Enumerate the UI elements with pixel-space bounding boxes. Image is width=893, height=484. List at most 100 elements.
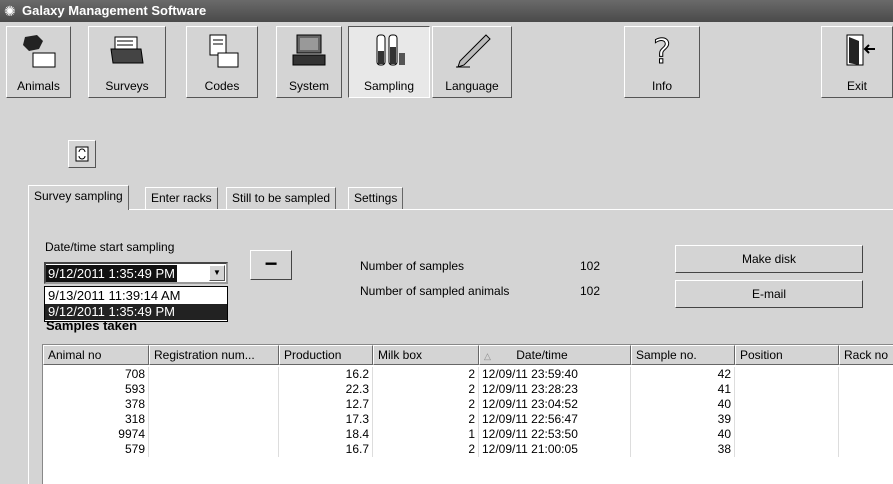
toolbar-label: Surveys [105, 79, 149, 93]
toolbar-sampling-button[interactable]: Sampling [348, 26, 430, 98]
cell-position [735, 412, 839, 427]
cell-milk-box: 2 [373, 382, 479, 397]
document-folder-icon [209, 34, 239, 68]
refresh-button[interactable] [68, 140, 96, 168]
app-logo-icon: ✺ [4, 3, 16, 19]
cell-registration [149, 412, 279, 427]
date-start-label: Date/time start sampling [45, 240, 175, 254]
cell-position [735, 382, 839, 397]
refresh-icon [75, 146, 89, 162]
cell-registration [149, 427, 279, 442]
cell-production: 16.2 [279, 367, 373, 382]
cell-production: 17.3 [279, 412, 373, 427]
table-row[interactable]: 708 16.2 2 12/09/11 23:59:40 42 [43, 367, 893, 382]
cell-date-time: 12/09/11 23:04:52 [479, 397, 631, 412]
cell-sample-no: 42 [631, 367, 735, 382]
door-exit-icon [846, 34, 875, 66]
table-row[interactable]: 378 12.7 2 12/09/11 23:04:52 40 [43, 397, 893, 412]
cell-animal-no: 378 [43, 397, 149, 412]
cell-date-time: 12/09/11 23:28:23 [479, 382, 631, 397]
col-sample-no[interactable]: Sample no. [631, 345, 735, 365]
cell-animal-no: 318 [43, 412, 149, 427]
toolbar-exit-button[interactable]: Exit [821, 26, 893, 98]
tab-survey-sampling[interactable]: Survey sampling [28, 185, 129, 210]
cell-sample-no: 40 [631, 397, 735, 412]
cell-production: 16.7 [279, 442, 373, 457]
toolbar-codes-button[interactable]: Codes [186, 26, 258, 98]
computer-icon [292, 34, 326, 66]
cell-date-time: 12/09/11 21:00:05 [479, 442, 631, 457]
col-registration-num[interactable]: Registration num... [149, 345, 279, 365]
cell-rack-no [839, 442, 893, 457]
cell-sample-no: 38 [631, 442, 735, 457]
cell-position [735, 427, 839, 442]
col-position[interactable]: Position [735, 345, 839, 365]
printer-icon [110, 36, 144, 64]
cell-date-time: 12/09/11 22:56:47 [479, 412, 631, 427]
cell-rack-no [839, 367, 893, 382]
num-animals-value: 102 [579, 284, 600, 298]
col-rack-no[interactable]: Rack no [839, 345, 893, 365]
tab-still-to-be-sampled[interactable]: Still to be sampled [226, 187, 337, 209]
make-disk-button[interactable]: Make disk [675, 245, 863, 273]
tab-enter-racks[interactable]: Enter racks [145, 187, 218, 209]
email-button[interactable]: E-mail [675, 280, 863, 308]
toolbar-animals-button[interactable]: Animals [6, 26, 71, 98]
col-date-time-label: Date/time [516, 348, 568, 362]
test-tubes-icon [376, 34, 405, 66]
toolbar-language-button[interactable]: Language [432, 26, 512, 98]
cell-position [735, 442, 839, 457]
question-icon: ? [652, 33, 671, 69]
toolbar-label: Codes [204, 79, 240, 93]
toolbar-label: Info [651, 79, 672, 93]
col-milk-box[interactable]: Milk box [373, 345, 479, 365]
cell-animal-no: 579 [43, 442, 149, 457]
cell-milk-box: 1 [373, 427, 479, 442]
date-dropdown-list: 9/13/2011 11:39:14 AM 9/12/2011 1:35:49 … [44, 286, 228, 322]
toolbar-label: Sampling [363, 79, 415, 93]
cell-date-time: 12/09/11 22:53:50 [479, 427, 631, 442]
table-row[interactable]: 318 17.3 2 12/09/11 22:56:47 39 [43, 412, 893, 427]
cell-milk-box: 2 [373, 442, 479, 457]
cell-production: 22.3 [279, 382, 373, 397]
window-title: Galaxy Management Software [22, 3, 207, 18]
cell-milk-box: 2 [373, 412, 479, 427]
date-start-combobox[interactable]: 9/12/2011 1:35:49 PM ▼ [44, 262, 228, 284]
cell-registration [149, 397, 279, 412]
col-date-time[interactable]: △ Date/time [479, 345, 631, 365]
cell-rack-no [839, 412, 893, 427]
toolbar-system-button[interactable]: System [276, 26, 342, 98]
table-row[interactable]: 593 22.3 2 12/09/11 23:28:23 41 [43, 382, 893, 397]
num-animals-label: Number of sampled animals [360, 284, 510, 298]
cell-rack-no [839, 382, 893, 397]
col-animal-no[interactable]: Animal no [43, 345, 149, 365]
num-samples-value: 102 [579, 259, 600, 273]
cell-registration [149, 367, 279, 382]
cell-sample-no: 40 [631, 427, 735, 442]
cell-animal-no: 708 [43, 367, 149, 382]
cell-production: 18.4 [279, 427, 373, 442]
cell-sample-no: 41 [631, 382, 735, 397]
combo-selected-value: 9/12/2011 1:35:49 PM [46, 265, 177, 282]
toolbar-surveys-button[interactable]: Surveys [88, 26, 166, 98]
remove-date-button[interactable]: − [250, 250, 292, 280]
cell-position [735, 367, 839, 382]
main-toolbar: Animals Surveys Codes System Sampling La… [6, 26, 893, 98]
num-samples-label: Number of samples [360, 259, 465, 273]
dropdown-option-selected[interactable]: 9/12/2011 1:35:49 PM [45, 304, 227, 320]
cell-milk-box: 2 [373, 367, 479, 382]
cell-production: 12.7 [279, 397, 373, 412]
cell-registration [149, 382, 279, 397]
tab-settings[interactable]: Settings [348, 187, 404, 209]
chevron-down-icon[interactable]: ▼ [209, 265, 225, 281]
toolbar-info-button[interactable]: ? Info [624, 26, 700, 98]
title-bar: ✺ Galaxy Management Software [0, 0, 893, 22]
cell-milk-box: 2 [373, 397, 479, 412]
sort-ascending-icon: △ [484, 351, 491, 361]
table-row[interactable]: 579 16.7 2 12/09/11 21:00:05 38 [43, 442, 893, 457]
dropdown-option[interactable]: 9/13/2011 11:39:14 AM [45, 288, 227, 304]
cell-sample-no: 39 [631, 412, 735, 427]
table-row[interactable]: 9974 18.4 1 12/09/11 22:53:50 40 [43, 427, 893, 442]
toolbar-label: System [288, 79, 329, 93]
col-production[interactable]: Production [279, 345, 373, 365]
